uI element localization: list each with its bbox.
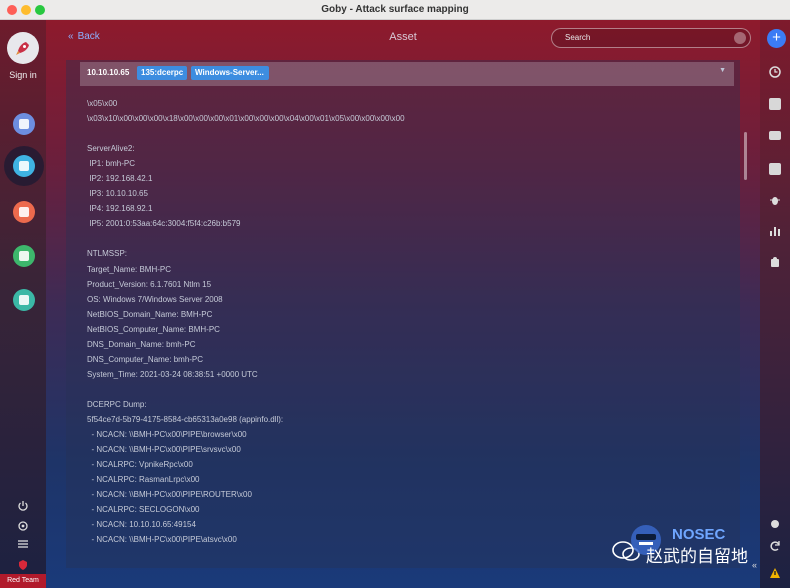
watermark-caption: 赵武的自留地: [646, 547, 748, 566]
banner-line: OS: Windows 7/Windows Server 2008: [87, 294, 223, 304]
window-title: Goby - Attack surface mapping: [321, 4, 469, 15]
bug-icon[interactable]: [769, 194, 781, 206]
banner-line: IP3: 10.10.10.65: [87, 189, 148, 199]
banner-line: - NCALRPC: SECLOGON\x00: [87, 505, 200, 515]
banner-line: Target_Name: BMH-PC: [87, 264, 172, 274]
scrollbar[interactable]: [744, 132, 747, 180]
banner-line: IP5: 2001:0:53aa:64c:3004:f5f4:c26b:b579: [87, 219, 241, 229]
asset-ip: 10.10.10.65: [87, 68, 130, 77]
banner-line: NTLMSSP:: [87, 249, 128, 259]
search-input[interactable]: Search: [551, 28, 751, 48]
document-icon[interactable]: [769, 98, 781, 110]
banner-line: DNS_Computer_Name: bmh-PC: [87, 354, 204, 364]
extension-icon: [19, 295, 29, 305]
monitor-icon[interactable]: [769, 131, 781, 140]
collapse-chevron-icon[interactable]: ▼: [719, 67, 726, 74]
watermark-brand: NOSEC: [672, 526, 726, 543]
nav-extension-button[interactable]: [13, 289, 35, 311]
port-tag[interactable]: 135:dcerpc: [137, 66, 188, 80]
window-titlebar: Goby - Attack surface mapping: [0, 0, 790, 20]
os-tag[interactable]: Windows-Server...: [191, 66, 269, 80]
chart-icon: [19, 251, 29, 261]
rocket-icon: [16, 42, 29, 55]
banner-text: \x05\x00 \x03\x10\x00\x00\x00\x18\x00\x00…: [87, 96, 737, 547]
banner-line: System_Time: 2021-03-24 08:38:51 +0000 U…: [87, 369, 258, 379]
banner-line: - NCALRPC: RasmanLrpc\x00: [87, 475, 200, 485]
plugin-puzzle-icon[interactable]: [769, 256, 781, 268]
history-clock-icon[interactable]: [769, 66, 781, 78]
main-area: «Back Asset Search 10.10.10.65 135:dcerp…: [46, 20, 760, 588]
avatar[interactable]: [7, 32, 39, 64]
banner-line: 5f54ce7d-5b79-4175-8584-cb65313a0e98 (ap…: [87, 414, 284, 424]
settings-gear-icon[interactable]: [15, 519, 31, 533]
banner-line: NetBIOS_Domain_Name: BMH-PC: [87, 309, 213, 319]
banner-line: [87, 126, 737, 141]
asset-list-icon: [19, 161, 29, 171]
asset-header-row[interactable]: 10.10.10.65 135:dcerpc Windows-Server...…: [80, 62, 734, 86]
nav-asset-button[interactable]: [13, 155, 35, 177]
scan-icon: [19, 119, 29, 129]
banner-line: \x05\x00: [87, 99, 118, 108]
add-task-button[interactable]: +: [767, 29, 786, 48]
banner-line: IP1: bmh-PC: [87, 159, 136, 169]
power-icon[interactable]: [15, 499, 31, 513]
banner-line: Product_Version: 6.1.7601 Ntlm 15: [87, 279, 212, 289]
banner-line: IP4: 192.168.92.1: [87, 204, 153, 214]
sign-in-link[interactable]: Sign in: [0, 70, 46, 80]
nav-scan-button[interactable]: [13, 113, 35, 135]
team-badge-icon: [15, 558, 31, 572]
banner-line: [87, 231, 737, 246]
banner-line: - NCACN: \\BMH-PC\x00\PIPE\browser\x00: [87, 430, 247, 440]
bar-chart-icon[interactable]: [769, 225, 781, 237]
banner-line: \x03\x10\x00\x00\x00\x18\x00\x00\x00\x01…: [87, 114, 405, 124]
asset-detail-panel: 10.10.10.65 135:dcerpc Windows-Server...…: [66, 60, 747, 568]
banner-line: DCERPC Dump:: [87, 399, 147, 409]
right-toolbar: +: [760, 20, 790, 588]
search-placeholder: Search: [565, 33, 591, 42]
red-team-label: Red Team: [0, 574, 46, 588]
search-icon[interactable]: [734, 32, 746, 44]
menu-icon[interactable]: [15, 537, 31, 551]
banner-line: IP2: 192.168.42.1: [87, 174, 153, 184]
watermark: NOSEC 赵武的自留地 «: [612, 520, 772, 570]
nav-report-button[interactable]: [13, 245, 35, 267]
nav-vulnerability-button[interactable]: [13, 201, 35, 223]
vulnerability-icon: [19, 207, 29, 217]
banner-line: NetBIOS_Computer_Name: BMH-PC: [87, 324, 220, 334]
banner-line: - NCALRPC: VpnikeRpc\x00: [87, 460, 193, 470]
double-chevron-left-icon[interactable]: «: [752, 560, 757, 570]
banner-line: [87, 382, 737, 397]
list-icon[interactable]: [769, 163, 781, 175]
left-sidebar: Sign in Red Team: [0, 20, 46, 588]
banner-line: DNS_Domain_Name: bmh-PC: [87, 339, 196, 349]
banner-line: - NCACN: \\BMH-PC\x00\PIPE\srvsvc\x00: [87, 445, 241, 455]
banner-line: ServerAlive2:: [87, 144, 135, 154]
banner-line: - NCACN: \\BMH-PC\x00\PIPE\ROUTER\x00: [87, 490, 252, 500]
